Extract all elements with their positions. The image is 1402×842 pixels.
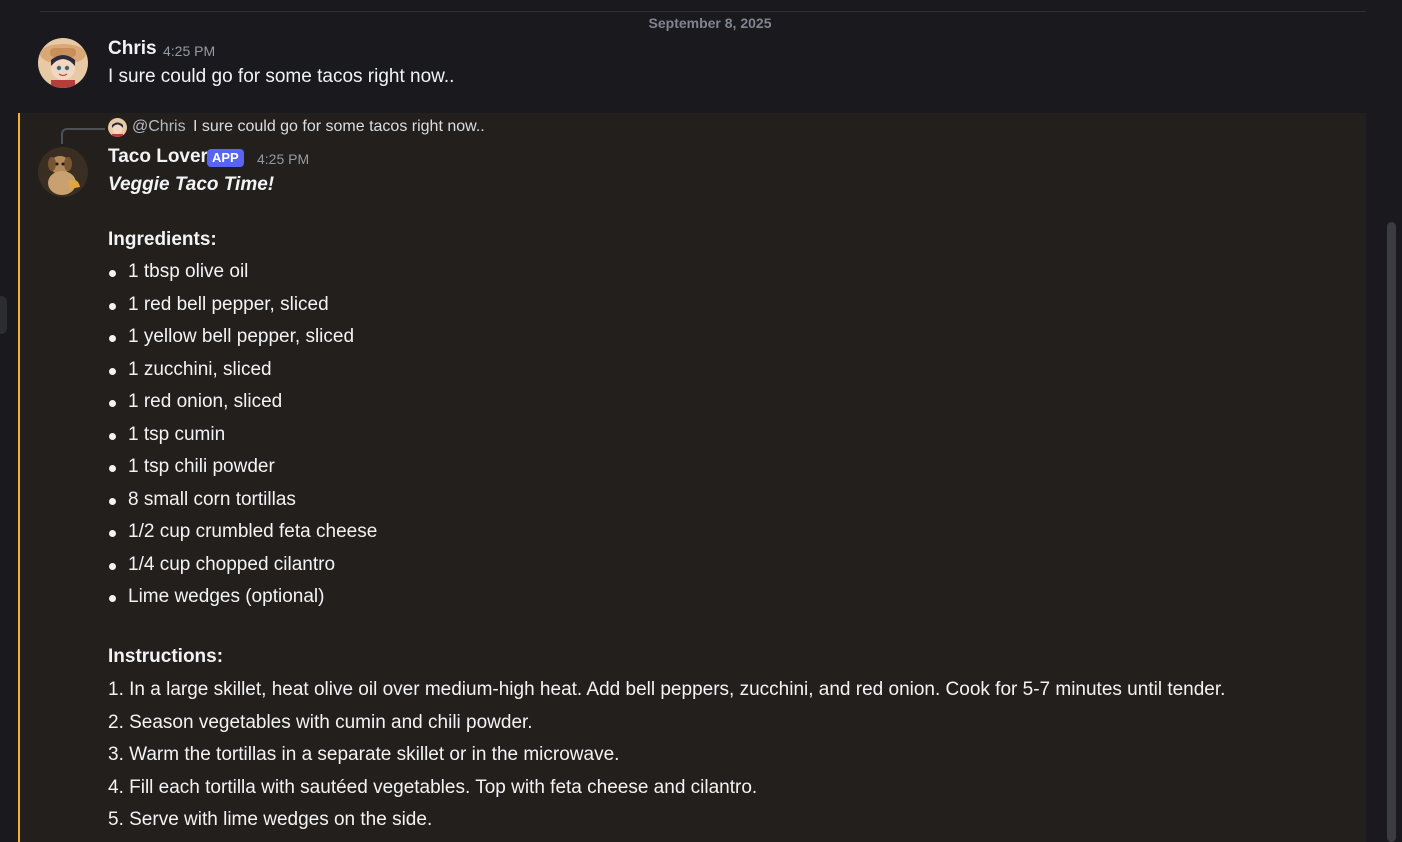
ingredient-item: 1 red bell pepper, sliced: [108, 291, 377, 324]
scrollbar-track[interactable]: [1366, 0, 1402, 842]
instruction-step: 5. Serve with lime wedges on the side.: [108, 809, 433, 830]
ingredient-item: 1/2 cup crumbled feta cheese: [108, 518, 377, 551]
app-badge: APP: [207, 149, 244, 167]
taco-lover-avatar[interactable]: [38, 147, 88, 197]
ingredient-item: Lime wedges (optional): [108, 583, 377, 616]
ingredient-item: 1 tsp cumin: [108, 421, 377, 454]
instructions-heading: Instructions:: [108, 646, 224, 667]
ingredient-item: 1/4 cup chopped cilantro: [108, 551, 377, 584]
reply-avatar[interactable]: [108, 118, 127, 137]
ingredient-item: 1 red onion, sliced: [108, 388, 377, 421]
message-author[interactable]: Taco Lover: [108, 146, 208, 168]
instructions-list: 1. In a large skillet, heat olive oil ov…: [108, 676, 1225, 839]
ingredient-item: 1 tbsp olive oil: [108, 258, 377, 291]
date-divider-label: September 8, 2025: [642, 15, 778, 31]
recipe-title: Veggie Taco Time!: [108, 174, 275, 195]
message-timestamp: 4:25 PM: [257, 151, 310, 167]
scrollbar-thumb[interactable]: [1387, 222, 1396, 842]
reply-preview-text[interactable]: I sure could go for some tacos right now…: [193, 118, 485, 136]
instruction-step: 4. Fill each tortilla with sautéed veget…: [108, 776, 758, 798]
mention-highlight-bar: [18, 113, 20, 842]
instruction-step: 2. Season vegetables with cumin and chil…: [108, 711, 533, 733]
ingredient-item: 1 tsp chili powder: [108, 453, 377, 486]
chris-avatar[interactable]: [38, 38, 88, 88]
collapsed-panel-tab[interactable]: [0, 296, 7, 334]
message-text: I sure could go for some tacos right now…: [108, 66, 455, 87]
reply-mention[interactable]: @Chris: [132, 118, 186, 136]
ingredient-item: 1 zucchini, sliced: [108, 356, 377, 389]
message-timestamp: 4:25 PM: [163, 43, 216, 59]
instruction-step: 3. Warm the tortillas in a separate skil…: [108, 744, 620, 765]
reply-spine: [61, 128, 105, 144]
chat-pane: September 8, 2025 Chris 4:25 PM I sure c…: [18, 0, 1384, 842]
message-author[interactable]: Chris: [108, 38, 157, 60]
instruction-step: 1. In a large skillet, heat olive oil ov…: [108, 679, 1226, 700]
ingredients-list: 1 tbsp olive oil 1 red bell pepper, slic…: [108, 258, 377, 616]
ingredient-item: 8 small corn tortillas: [108, 486, 377, 519]
ingredients-heading: Ingredients:: [108, 229, 217, 250]
date-divider: September 8, 2025: [40, 11, 1380, 31]
ingredient-item: 1 yellow bell pepper, sliced: [108, 323, 377, 356]
